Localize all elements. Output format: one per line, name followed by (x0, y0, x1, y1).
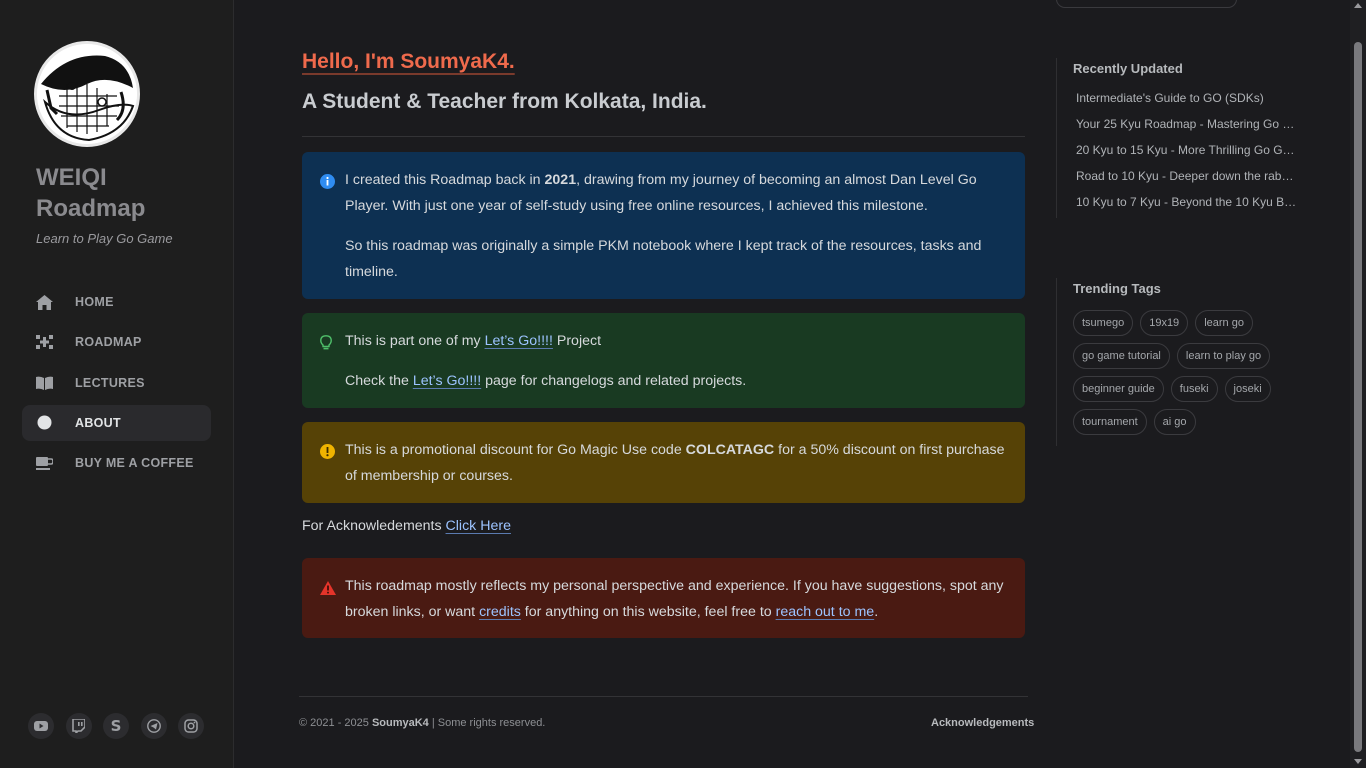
recently-updated-panel: Recently Updated Intermediate's Guide to… (1056, 58, 1316, 218)
warning-paragraph: This is a promotional discount for Go Ma… (345, 437, 1009, 489)
sidebar-item-home[interactable]: HOME (22, 284, 211, 320)
search-input[interactable] (1056, 0, 1237, 8)
tip-paragraph-2: Check the Let’s Go!!!! page for changelo… (345, 368, 1009, 394)
footer-copyright: © 2021 - 2025 SoumyaK4 | Some rights res… (299, 717, 545, 729)
danger-paragraph: This roadmap mostly reflects my personal… (345, 573, 1009, 625)
click-here-link[interactable]: Click Here (446, 518, 511, 534)
tip-text: Check the (345, 373, 413, 389)
exclamation-icon (320, 442, 335, 468)
warning-triangle-icon (320, 578, 336, 604)
tip-text: Project (552, 333, 602, 349)
tag-list: tsumego 19x19 learn go go game tutorial … (1073, 310, 1293, 435)
info-paragraph-2: So this roadmap was originally a simple … (345, 238, 982, 280)
instagram-icon[interactable] (178, 713, 204, 739)
sidebar-item-label: HOME (75, 295, 114, 309)
sidebar-item-roadmap[interactable]: ROADMAP (22, 324, 211, 360)
youtube-icon[interactable] (28, 713, 54, 739)
sidebar-item-label: ROADMAP (75, 335, 142, 350)
go-hands-logo-icon (37, 44, 137, 144)
info-year: 2021 (544, 172, 577, 188)
info-text: I created this Roadmap back in (345, 172, 545, 188)
social-links: S (28, 713, 204, 739)
info-paragraph-1: I created this Roadmap back in 2021, dra… (345, 167, 1009, 219)
recent-post-link[interactable]: 10 Kyu to 7 Kyu - Beyond the 10 Kyu Barr… (1073, 193, 1297, 219)
footer-divider (299, 696, 1028, 697)
info-icon (320, 172, 335, 198)
lightbulb-icon (320, 333, 332, 359)
scroll-up-arrow-icon[interactable] (1354, 3, 1362, 8)
avatar[interactable] (34, 41, 140, 147)
rights-text: | Some rights reserved. (428, 717, 546, 729)
tag-chip[interactable]: tsumego (1073, 310, 1134, 336)
danger-callout: This roadmap mostly reflects my personal… (302, 558, 1025, 638)
copyright-text: © 2021 - 2025 (299, 717, 372, 729)
tag-chip[interactable]: fuseki (1170, 376, 1218, 402)
s-icon[interactable]: S (103, 713, 129, 739)
tag-chip[interactable]: beginner guide (1073, 376, 1164, 402)
footer-author-link[interactable]: SoumyaK4 (372, 717, 429, 729)
danger-text: . (874, 604, 879, 620)
recent-post-link[interactable]: Your 25 Kyu Roadmap - Mastering Go funda… (1073, 115, 1297, 141)
tip-text: This is part one of my (345, 333, 485, 349)
sidebar-item-lectures[interactable]: LECTURES (22, 365, 211, 401)
danger-text: for anything on this website, feel free … (520, 604, 776, 620)
warning-text: This is a promotional discount for Go Ma… (345, 442, 686, 458)
book-icon (36, 374, 53, 391)
page-scrollbar[interactable] (1350, 0, 1366, 768)
coffee-icon (36, 455, 53, 472)
reach-out-link[interactable]: reach out to me (776, 604, 875, 620)
telegram-icon[interactable] (140, 713, 167, 739)
sidebar-item-buy-me-a-coffee[interactable]: BUY ME A COFFEE (22, 445, 211, 481)
scroll-down-arrow-icon[interactable] (1354, 759, 1362, 764)
home-icon (36, 294, 53, 311)
credits-link[interactable]: credits (479, 604, 521, 620)
sidebar-nav: HOME ROADMAP LECTURES ABOUT BUY ME A COF… (22, 284, 211, 485)
about-circle-icon (36, 414, 53, 431)
tag-chip[interactable]: tournament (1073, 409, 1147, 435)
page-tagline: A Student & Teacher from Kolkata, India. (302, 90, 707, 113)
sidebar: WEIQI Roadmap Learn to Play Go Game HOME… (0, 0, 234, 768)
lets-go-link[interactable]: Let’s Go!!!! (485, 333, 553, 349)
site-subtitle: Learn to Play Go Game (36, 231, 173, 246)
tip-callout: This is part one of my Let’s Go!!!! Proj… (302, 313, 1025, 408)
warning-callout: This is a promotional discount for Go Ma… (302, 422, 1025, 503)
scrollbar-thumb[interactable] (1354, 42, 1362, 752)
tip-text: page for changelogs and related projects… (481, 373, 747, 389)
sidebar-item-label: BUY ME A COFFEE (75, 456, 194, 471)
tag-chip[interactable]: go game tutorial (1073, 343, 1170, 369)
tip-paragraph-1: This is part one of my Let’s Go!!!! Proj… (345, 328, 1009, 354)
trending-tags-heading: Trending Tags (1073, 281, 1161, 296)
tag-chip[interactable]: joseki (1224, 376, 1271, 402)
footer-acknowledgements-link[interactable]: Acknowledgements (931, 717, 1034, 729)
recent-post-link[interactable]: Road to 10 Kyu - Deeper down the rabbit … (1073, 167, 1297, 193)
lets-go-page-link[interactable]: Let’s Go!!!! (413, 373, 481, 389)
site-title[interactable]: WEIQI Roadmap (36, 162, 216, 224)
recent-list: Intermediate's Guide to GO (SDKs) Your 2… (1073, 89, 1316, 219)
recently-updated-heading: Recently Updated (1073, 61, 1183, 76)
tag-chip[interactable]: learn go (1195, 310, 1253, 336)
discount-code: COLCATAGC (685, 442, 775, 458)
trending-tags-panel: Trending Tags tsumego 19x19 learn go go … (1056, 278, 1316, 446)
page-title: Hello, I'm SoumyaK4. (302, 50, 515, 73)
roadmap-icon (36, 334, 53, 351)
info-callout: I created this Roadmap back in 2021, dra… (302, 152, 1025, 299)
tag-chip[interactable]: 19x19 (1140, 310, 1189, 336)
tag-chip[interactable]: ai go (1153, 409, 1196, 435)
recent-post-link[interactable]: Intermediate's Guide to GO (SDKs) (1073, 89, 1297, 115)
twitch-icon[interactable] (65, 713, 92, 739)
sidebar-item-label: LECTURES (75, 375, 145, 390)
sidebar-item-about[interactable]: ABOUT (22, 404, 211, 441)
ack-text: For Acknowledements (302, 518, 446, 534)
acknowledgements-line: For Acknowledements Click Here (302, 518, 511, 534)
divider (302, 136, 1025, 137)
tag-chip[interactable]: learn to play go (1176, 343, 1271, 369)
recent-post-link[interactable]: 20 Kyu to 15 Kyu - More Thrilling Go Gam… (1073, 141, 1297, 167)
sidebar-item-label: ABOUT (75, 415, 121, 430)
